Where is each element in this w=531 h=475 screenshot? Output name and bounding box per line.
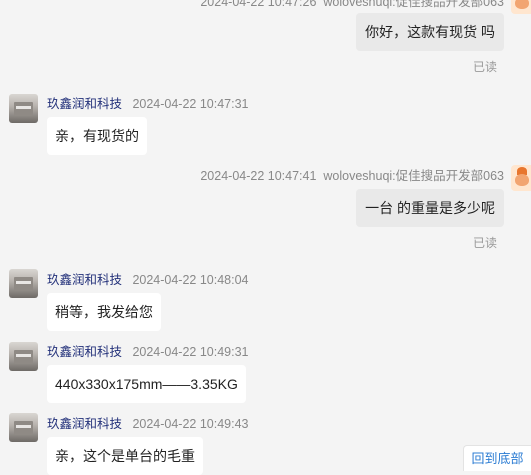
message-time: 2024-04-22 10:47:26 bbox=[200, 0, 317, 9]
message-meta: 玖鑫润和科技 2024-04-22 10:49:31 bbox=[47, 341, 249, 360]
message-meta: 玖鑫润和科技 2024-04-22 10:48:04 bbox=[47, 269, 249, 288]
message-meta: 玖鑫润和科技 2024-04-22 10:49:43 bbox=[47, 413, 249, 432]
message-time: 2024-04-22 10:49:31 bbox=[132, 345, 249, 359]
sender-name: 玖鑫润和科技 bbox=[47, 345, 123, 359]
seller-avatar[interactable] bbox=[9, 269, 38, 298]
chat-message-list[interactable]: 2024-04-22 10:47:26 woloveshuqi:促佳搜品开发部0… bbox=[0, 0, 531, 475]
message-time: 2024-04-22 10:47:31 bbox=[132, 97, 249, 111]
message-meta: 2024-04-22 10:47:26 woloveshuqi:促佳搜品开发部0… bbox=[200, 0, 504, 10]
message-bubble: 亲，这个是单台的毛重 bbox=[47, 437, 203, 475]
seller-avatar[interactable] bbox=[9, 342, 38, 371]
message-bubble: 你好，这款有现货 吗 bbox=[356, 13, 504, 51]
message-meta: 2024-04-22 10:47:41 woloveshuqi:促佳搜品开发部0… bbox=[200, 165, 504, 184]
message-bubble: 440x330x175mm——3.35KG bbox=[47, 365, 246, 403]
read-status: 已读 bbox=[472, 236, 497, 250]
back-to-bottom-button[interactable]: 回到底部 bbox=[463, 445, 531, 471]
message-time: 2024-04-22 10:47:41 bbox=[200, 169, 317, 183]
sender-name: woloveshuqi:促佳搜品开发部063 bbox=[323, 0, 504, 9]
read-status: 已读 bbox=[472, 60, 497, 74]
message-bubble: 一台 的重量是多少呢 bbox=[356, 189, 504, 227]
sender-name: woloveshuqi:促佳搜品开发部063 bbox=[323, 169, 504, 183]
message-time: 2024-04-22 10:48:04 bbox=[132, 273, 249, 287]
user-avatar[interactable] bbox=[511, 0, 531, 14]
sender-name: 玖鑫润和科技 bbox=[47, 97, 123, 111]
message-meta: 玖鑫润和科技 2024-04-22 10:47:31 bbox=[47, 93, 249, 112]
message-time: 2024-04-22 10:49:43 bbox=[132, 417, 249, 431]
sender-name: 玖鑫润和科技 bbox=[47, 273, 123, 287]
message-bubble: 稍等，我发给您 bbox=[47, 293, 161, 331]
seller-avatar[interactable] bbox=[9, 413, 38, 442]
seller-avatar[interactable] bbox=[9, 94, 38, 123]
user-avatar[interactable] bbox=[511, 165, 531, 191]
sender-name: 玖鑫润和科技 bbox=[47, 417, 123, 431]
message-bubble: 亲，有现货的 bbox=[47, 117, 147, 155]
